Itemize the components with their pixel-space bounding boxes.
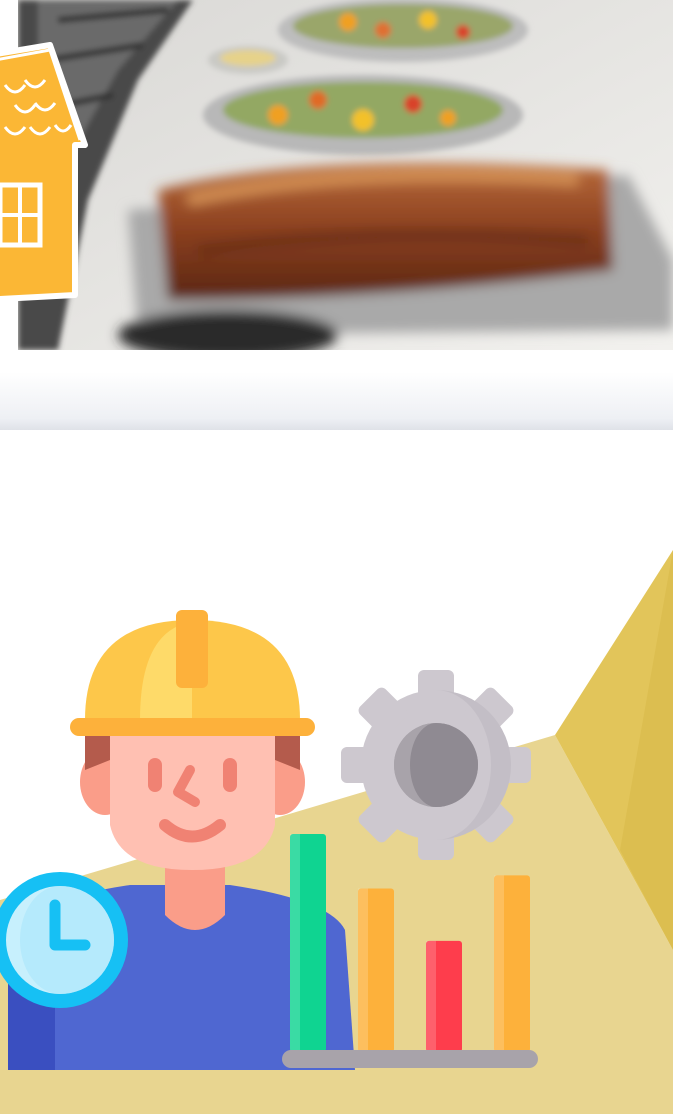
bar-3-highlight <box>426 940 436 1052</box>
food-platter-photo <box>18 0 673 350</box>
bar-chart-base <box>282 1050 538 1068</box>
hero-photo <box>18 0 673 350</box>
construction-worker-icon <box>0 550 673 1114</box>
bar-1-highlight <box>290 834 300 1052</box>
gear-icon <box>341 670 531 860</box>
house-logo-icon[interactable] <box>0 35 90 305</box>
bar-4-highlight <box>494 875 504 1052</box>
bar-2-highlight <box>358 888 368 1052</box>
hard-hat-icon <box>70 610 315 736</box>
section-divider <box>0 372 673 430</box>
worker-illustration <box>0 430 673 1114</box>
